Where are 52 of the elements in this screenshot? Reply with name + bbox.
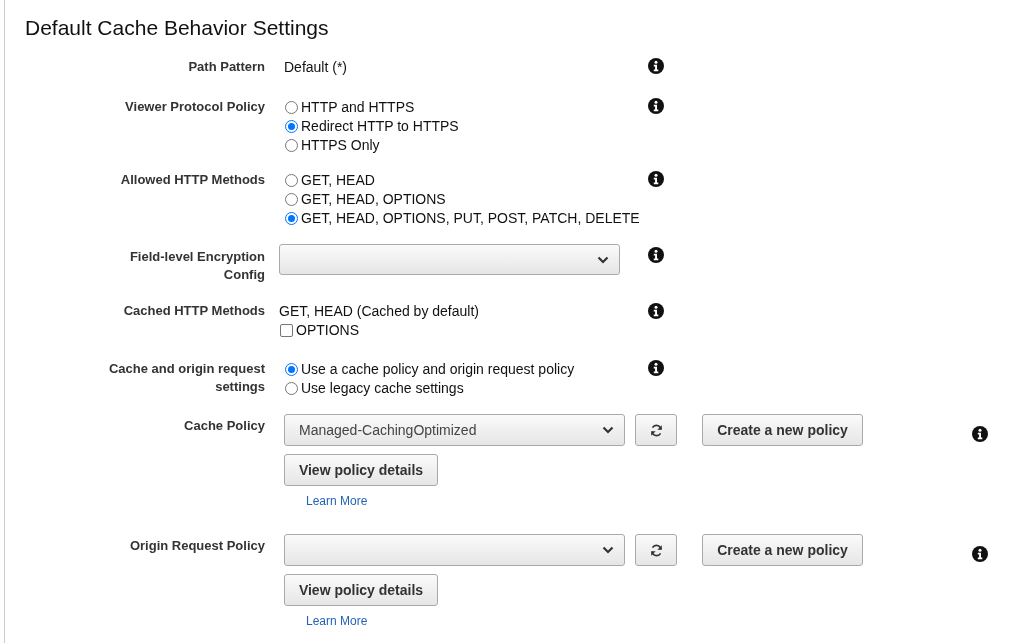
field-label: Allowed HTTP Methods xyxy=(120,171,265,189)
option-label[interactable]: GET, HEAD, OPTIONS xyxy=(301,190,446,209)
create-policy-button[interactable]: Create a new policy xyxy=(702,414,863,446)
info-icon[interactable] xyxy=(648,98,664,114)
chevron-down-icon xyxy=(602,426,614,434)
field-value: GET, HEAD (Cached by default) xyxy=(279,302,480,321)
field-label: Path Pattern xyxy=(188,58,265,76)
field-label: Cache and origin request settings xyxy=(107,360,265,396)
refresh-icon xyxy=(649,543,663,557)
option-label[interactable]: Redirect HTTP to HTTPS xyxy=(301,117,459,136)
view-details-button[interactable]: View policy details xyxy=(284,574,438,606)
chevron-down-icon xyxy=(602,546,614,554)
field-label: Cache Policy xyxy=(184,417,265,435)
radio-button[interactable] xyxy=(285,363,298,376)
view-details-button[interactable]: View policy details xyxy=(284,454,438,486)
radio-button[interactable] xyxy=(285,212,298,225)
radio-button[interactable] xyxy=(285,174,298,187)
refresh-icon xyxy=(649,423,663,437)
option-label[interactable]: OPTIONS xyxy=(296,321,359,340)
refresh-button[interactable] xyxy=(635,414,677,446)
option-label[interactable]: Use a cache policy and origin request policy xyxy=(301,360,575,379)
info-icon[interactable] xyxy=(972,426,988,442)
select-value: Managed-CachingOptimized xyxy=(299,422,477,438)
radio-button[interactable] xyxy=(285,120,298,133)
chevron-down-icon xyxy=(597,255,609,264)
dropdown-select[interactable]: Managed-CachingOptimized xyxy=(284,414,625,446)
field-label: Viewer Protocol Policy xyxy=(125,98,265,116)
field-label: Cached HTTP Methods xyxy=(123,302,265,320)
info-icon[interactable] xyxy=(648,360,664,376)
checkbox[interactable] xyxy=(280,324,293,337)
learn-more-link[interactable]: Learn More xyxy=(306,614,368,628)
option-label[interactable]: HTTPS Only xyxy=(301,136,380,155)
info-icon[interactable] xyxy=(648,247,664,263)
info-icon[interactable] xyxy=(972,546,988,562)
field-label: Field-level Encryption Config xyxy=(128,248,265,284)
refresh-button[interactable] xyxy=(635,534,677,566)
radio-button[interactable] xyxy=(285,193,298,206)
option-label[interactable]: Use legacy cache settings xyxy=(301,379,464,398)
info-icon[interactable] xyxy=(648,58,664,74)
section-title: Default Cache Behavior Settings xyxy=(25,16,330,40)
field-label: Origin Request Policy xyxy=(129,537,265,555)
create-policy-button[interactable]: Create a new policy xyxy=(702,534,863,566)
radio-button[interactable] xyxy=(285,382,298,395)
radio-button[interactable] xyxy=(285,101,298,114)
info-icon[interactable] xyxy=(648,171,664,187)
option-label[interactable]: GET, HEAD xyxy=(301,171,375,190)
radio-button[interactable] xyxy=(285,139,298,152)
learn-more-link[interactable]: Learn More xyxy=(306,494,368,508)
field-value: Default (*) xyxy=(284,58,349,77)
option-label[interactable]: GET, HEAD, OPTIONS, PUT, POST, PATCH, DELETE xyxy=(301,209,640,228)
info-icon[interactable] xyxy=(648,303,664,319)
option-label[interactable]: HTTP and HTTPS xyxy=(301,98,415,117)
